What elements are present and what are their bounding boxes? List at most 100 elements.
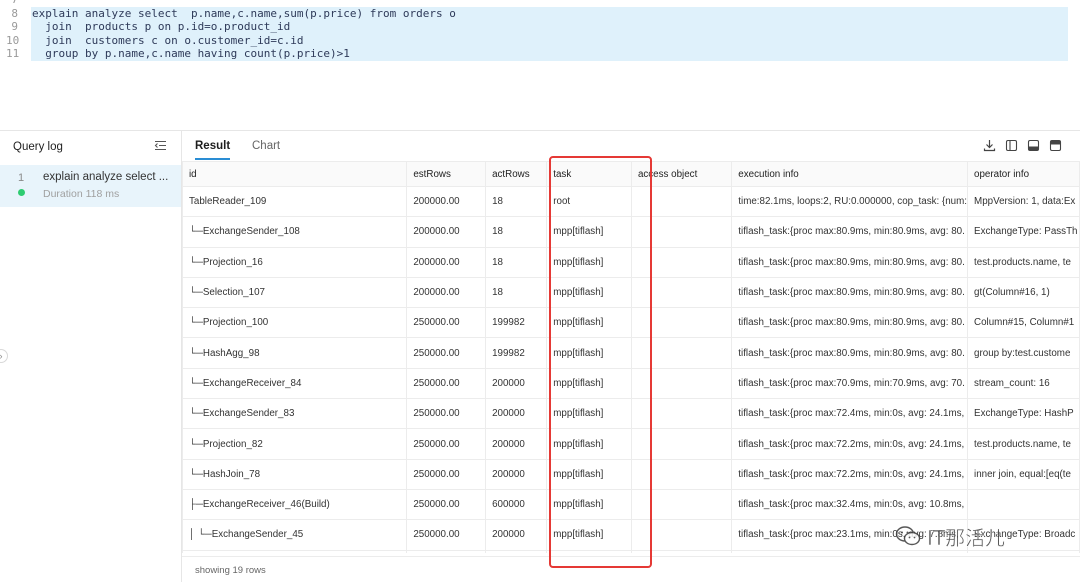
table-cell: └─Projection_16 xyxy=(182,246,408,278)
watermark-text: IT那活儿 xyxy=(927,525,1006,550)
table-cell: └─HashAgg_98 xyxy=(182,337,408,369)
table-row[interactable]: └─ExchangeSender_108 200000.00 18 mpp[tifla… xyxy=(182,216,1080,248)
result-toolbar xyxy=(982,139,1062,153)
table-cell: tiflash_task:{proc max:80.9ms, min:80.9m… xyxy=(731,276,969,309)
table-cell: tiflash_task:{proc max:72.2ms, min:0s, a… xyxy=(731,428,969,460)
table-cell: 18 xyxy=(485,276,548,309)
table-row[interactable]: TableReader_109 200000.00 18 root time:82.1m… xyxy=(182,185,1080,218)
table-cell: mpp[tiflash] xyxy=(546,246,632,278)
sql-editor[interactable]: 78explain analyze select p.name,c.name,s… xyxy=(0,0,1080,130)
table-cell: mpp[tiflash] xyxy=(546,307,632,339)
panel-top-icon[interactable] xyxy=(1048,139,1062,153)
table-cell xyxy=(630,185,733,218)
table-cell xyxy=(630,216,733,248)
table-cell xyxy=(630,398,733,430)
column-header[interactable]: task xyxy=(546,161,632,187)
table-cell xyxy=(630,549,733,553)
table-cell: 250000.00 xyxy=(406,458,487,490)
table-cell: mpp[tiflash] xyxy=(546,276,632,309)
table-cell xyxy=(967,488,1080,521)
table-cell: group by:test.custome xyxy=(967,337,1080,369)
table-row[interactable]: └─ExchangeReceiver_84 250000.00 200000 mpp[… xyxy=(182,367,1080,400)
code-text: explain analyze select p.name,c.name,sum… xyxy=(31,6,1068,21)
line-number: 8 xyxy=(11,6,18,20)
success-status-icon xyxy=(18,189,25,196)
table-cell: tiflash_task:{proc max:70.9ms, min:70.9m… xyxy=(731,367,969,400)
table-cell xyxy=(630,367,733,400)
query-log-panel: Query log 1 explain analyze select ... D… xyxy=(0,130,182,582)
table-row[interactable]: └─HashJoin_78 250000.00 200000 mpp[tiflash]… xyxy=(182,458,1080,490)
table-cell: mpp[tiflash] xyxy=(546,216,632,248)
query-log-title: Query log xyxy=(13,141,63,153)
collapse-panel-icon[interactable] xyxy=(153,140,167,154)
table-cell xyxy=(546,549,632,553)
column-header[interactable]: operator info xyxy=(967,161,1080,187)
wechat-icon xyxy=(895,526,921,546)
table-cell: tiflash_task:{proc max:72.2ms, min:0s, a… xyxy=(731,458,969,490)
table-cell: └─ExchangeSender_83 xyxy=(182,398,408,430)
query-log-query: explain analyze select ... xyxy=(43,171,169,183)
table-cell: 199982 xyxy=(485,337,548,369)
split-columns-icon[interactable] xyxy=(1004,139,1018,153)
table-cell: 200000 xyxy=(485,367,548,400)
table-row[interactable]: └─Selection_107 200000.00 18 mpp[tiflash] ti… xyxy=(182,276,1080,309)
table-cell xyxy=(630,246,733,278)
table-cell: └─ExchangeReceiver_84 xyxy=(182,367,408,400)
code-line[interactable]: 8 explain analyze select p.name,c.name,su… xyxy=(0,6,1080,21)
line-number: 11 xyxy=(6,47,20,60)
query-log-duration: Duration 118 ms xyxy=(43,188,120,200)
table-row[interactable]: └─ExchangeSender_83 250000.00 200000 mpp[ti… xyxy=(182,398,1080,430)
table-cell xyxy=(630,428,733,460)
panel-bottom-icon[interactable] xyxy=(1026,139,1040,153)
table-cell: tiflash_task:{proc max:72.4ms, min:0s, a… xyxy=(731,398,969,430)
tab-result[interactable]: Result xyxy=(195,140,231,160)
table-cell: 18 xyxy=(485,246,548,278)
table-cell xyxy=(630,458,733,490)
code-line[interactable]: 9 join products p on p.id=o.product_id xyxy=(0,20,1080,34)
code-line[interactable]: 10 join customers c on o.customer_id=c.i… xyxy=(0,33,1080,48)
result-grid[interactable]: id estRows actRows task access object executi… xyxy=(182,161,1080,553)
table-cell: 250000.00 xyxy=(406,428,487,460)
line-number: 10 xyxy=(6,33,20,47)
table-row[interactable]: └─Projection_16 200000.00 18 mpp[tiflash] ti… xyxy=(182,246,1080,278)
table-cell: tiflash_task:{proc max:80.9ms, min:80.9m… xyxy=(731,216,969,248)
query-log-header: Query log xyxy=(0,131,181,163)
table-cell: mpp[tiflash] xyxy=(546,519,632,551)
table-cell: 200000.00 xyxy=(406,185,487,218)
table-cell: time:82.1ms, loops:2, RU:0.000000, cop_t… xyxy=(731,185,969,218)
table-cell: 200000 xyxy=(485,458,548,490)
tab-chart[interactable]: Chart xyxy=(252,140,280,158)
column-header[interactable]: actRows xyxy=(485,161,548,187)
table-row[interactable]: └─Projection_82 250000.00 200000 mpp[tiflas… xyxy=(182,428,1080,460)
table-row[interactable]: └─HashAgg_98 250000.00 199982 mpp[tiflash] t… xyxy=(182,337,1080,369)
line-number: 9 xyxy=(11,20,18,33)
table-row[interactable]: └─Projection_100 250000.00 199982 mpp[tifla… xyxy=(182,307,1080,339)
column-header[interactable]: id xyxy=(182,161,408,187)
table-cell: ├─ExchangeReceiver_46(Build) xyxy=(182,488,408,521)
result-panel: Result Chart id estRows actRows task access … xyxy=(182,130,1080,582)
watermark: IT那活儿 xyxy=(895,520,1055,552)
table-cell: 200000 xyxy=(485,519,548,551)
table-cell: ExchangeType: PassTh xyxy=(967,216,1080,248)
column-header[interactable]: access object xyxy=(630,161,733,187)
table-cell: tiflash_task:{proc max:80.9ms, min:80.9m… xyxy=(731,307,969,339)
code-line[interactable]: 11 group by p.name,c.name having count(p… xyxy=(0,47,1080,61)
table-row[interactable]: ├─ExchangeReceiver_46(Build) 250000.00 600… xyxy=(182,488,1080,521)
column-header[interactable]: execution info xyxy=(731,161,969,187)
query-log-item[interactable]: 1 explain analyze select ... Duration 11… xyxy=(0,165,181,207)
table-cell: └─Projection_82 xyxy=(182,428,408,460)
download-icon[interactable] xyxy=(982,139,996,153)
column-header[interactable]: estRows xyxy=(406,161,487,187)
table-cell: │ └─ExchangeSender_45 xyxy=(182,519,408,551)
table-cell xyxy=(630,519,733,551)
result-table: id estRows actRows task access object executi… xyxy=(182,161,1080,553)
table-cell: 18 xyxy=(485,185,548,218)
chevron-right-icon[interactable]: › xyxy=(0,349,8,363)
code-text: group by p.name,c.name having count(p.pr… xyxy=(31,47,1068,61)
table-cell: mpp[tiflash] xyxy=(546,428,632,460)
table-cell: └─HashJoin_78 xyxy=(182,458,408,490)
table-cell: 200000 xyxy=(485,398,548,430)
row-count-footer: showing 19 rows xyxy=(182,556,1080,582)
table-cell: └─Projection_100 xyxy=(182,307,408,339)
table-cell: root xyxy=(546,185,632,218)
